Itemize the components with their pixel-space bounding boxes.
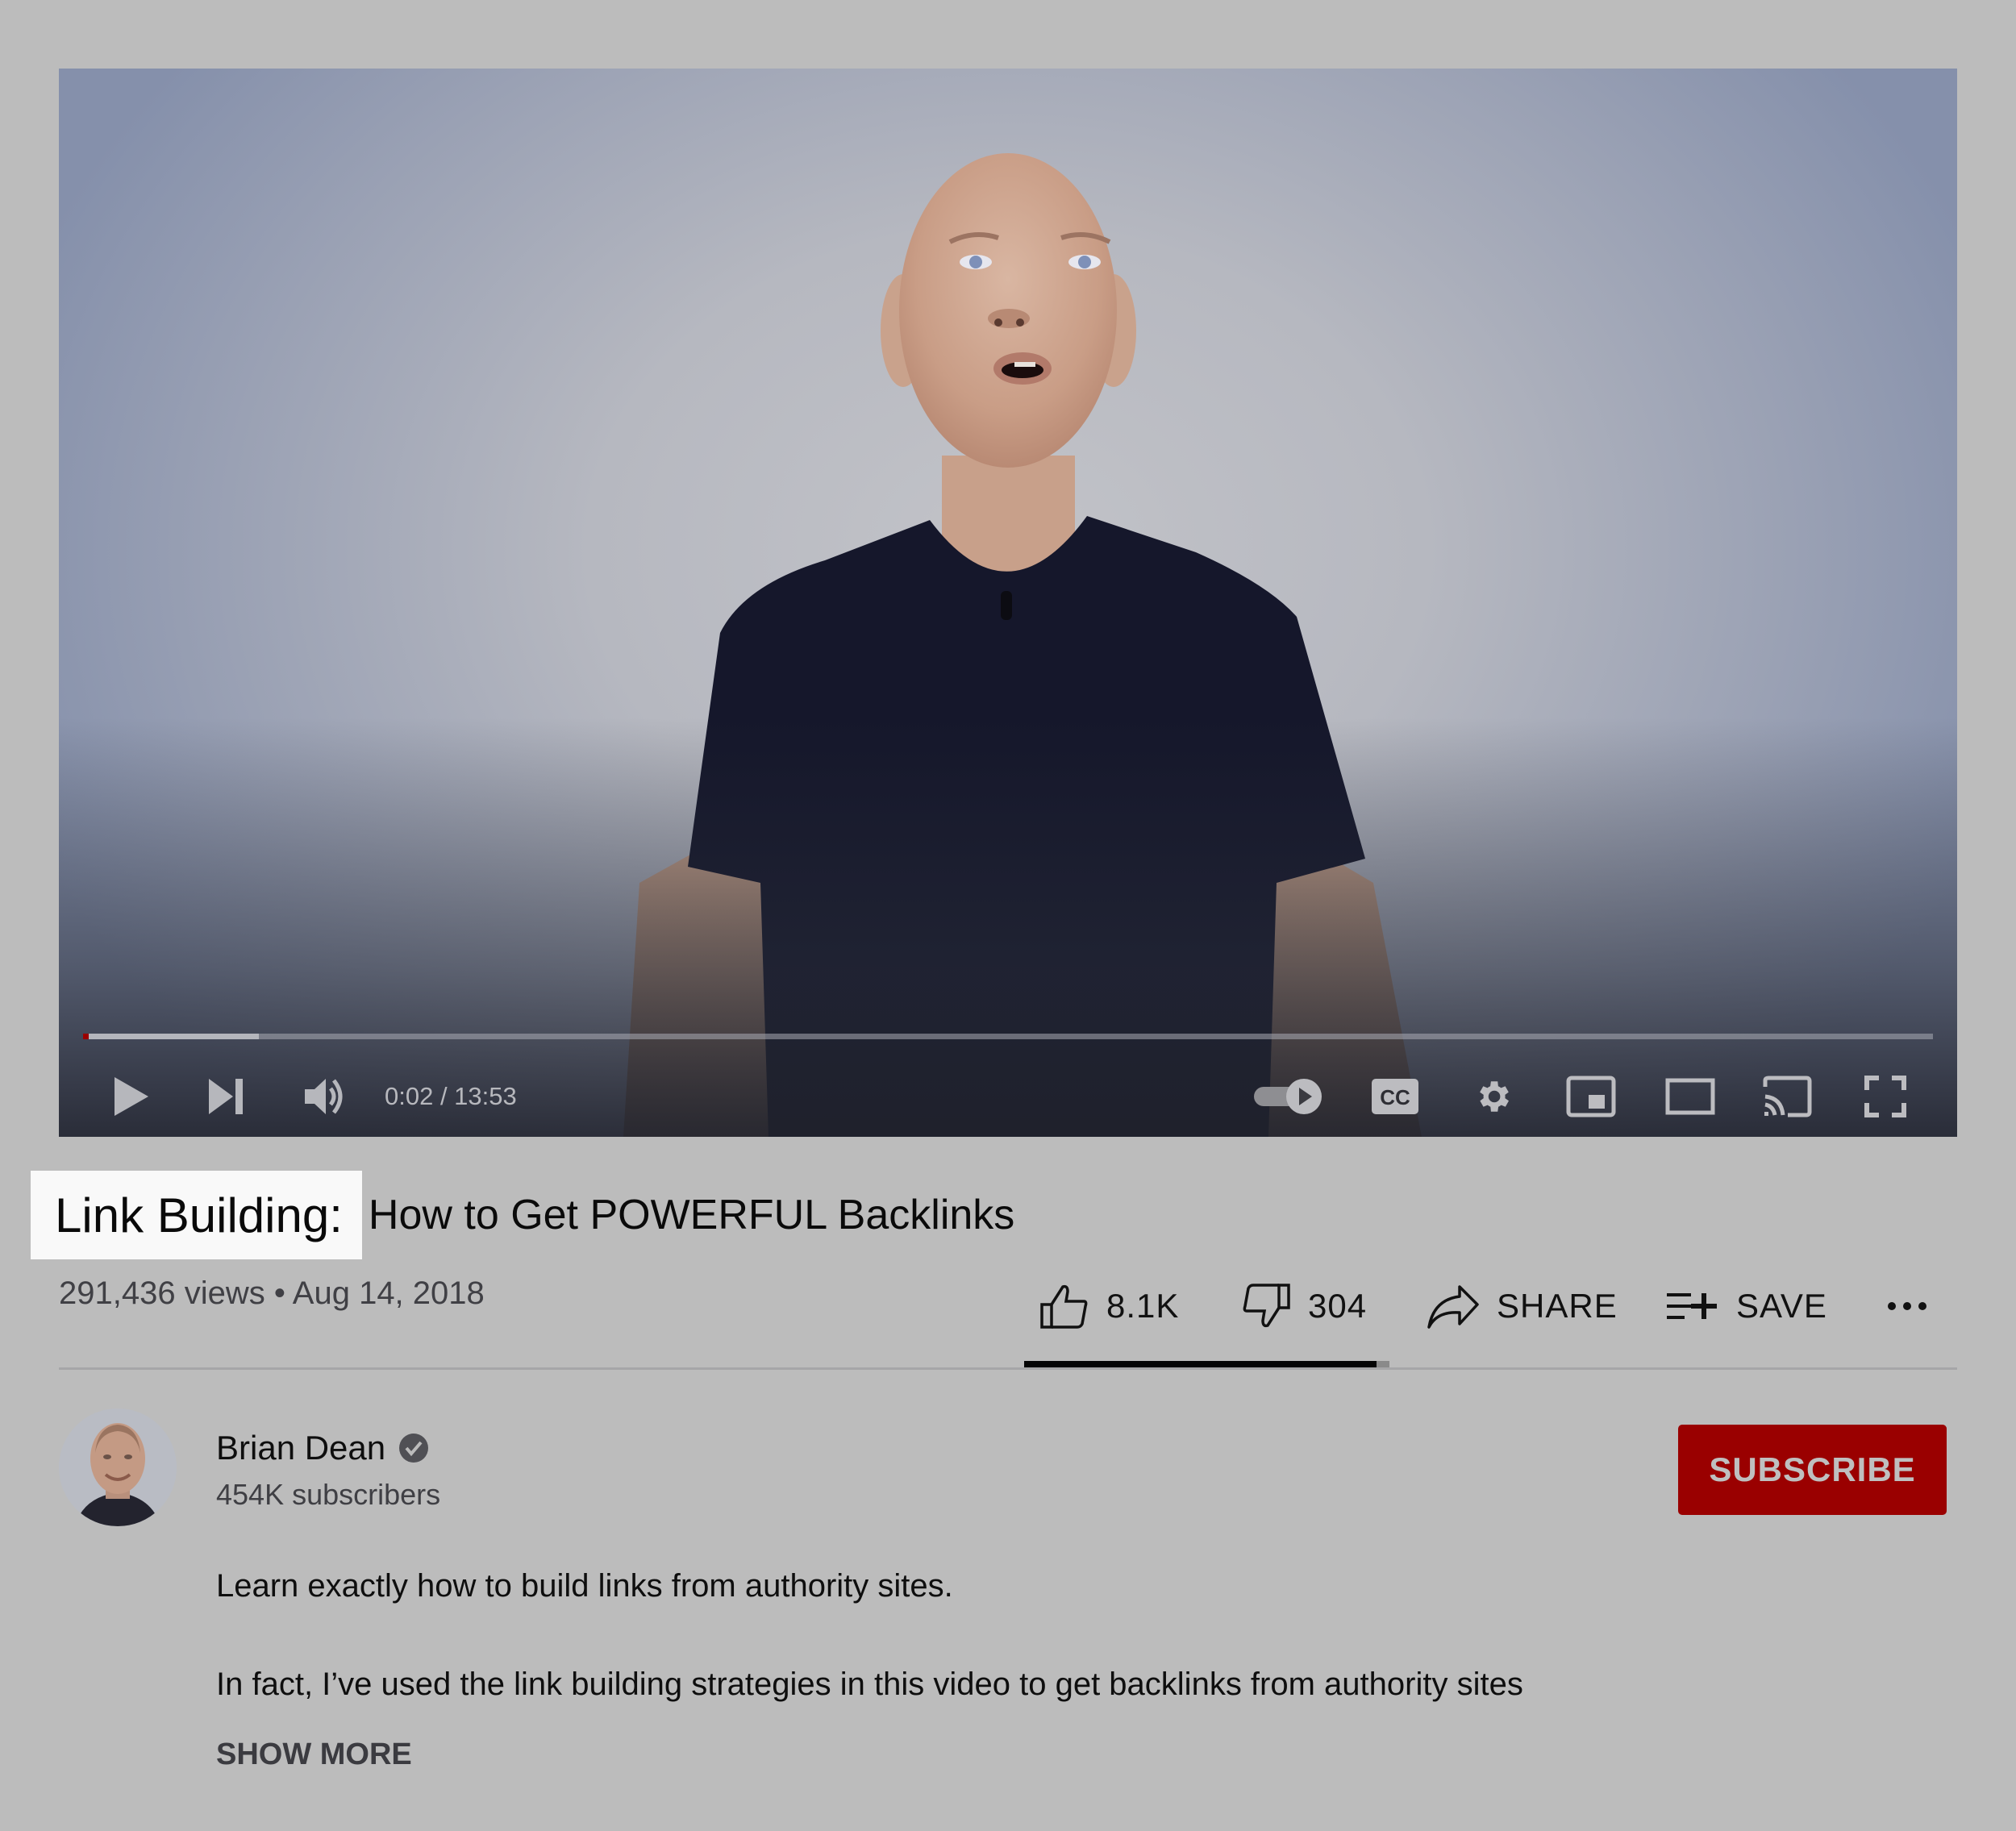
view-count: 291,436 views [59, 1275, 265, 1311]
show-more-button[interactable]: SHOW MORE [216, 1737, 412, 1772]
avatar-image [59, 1409, 177, 1526]
settings-button[interactable] [1468, 1068, 1517, 1125]
like-ratio-fill [1024, 1361, 1377, 1367]
share-icon [1427, 1285, 1479, 1329]
meta-separator: • [273, 1275, 285, 1311]
svg-text:CC: CC [1380, 1085, 1410, 1109]
autoplay-toggle-icon [1254, 1079, 1322, 1114]
theater-mode-button[interactable] [1662, 1068, 1718, 1125]
video-meta: 291,436 views • Aug 14, 2018 [59, 1275, 485, 1312]
volume-button[interactable] [301, 1068, 349, 1125]
channel-avatar[interactable] [59, 1409, 177, 1526]
captions-icon: CC [1372, 1079, 1418, 1114]
dislike-count: 304 [1308, 1287, 1368, 1325]
gear-icon [1480, 1081, 1509, 1112]
progress-played [83, 1034, 89, 1039]
like-dislike-ratio-bar [1024, 1361, 1389, 1367]
subscribe-button[interactable]: SUBSCRIBE [1678, 1425, 1947, 1515]
progress-bar[interactable] [83, 1034, 1933, 1039]
progress-buffered [83, 1034, 259, 1039]
subscriber-count: 454K subscribers [216, 1478, 441, 1511]
thumbs-up-icon [1040, 1284, 1088, 1329]
time-display: 0:02 / 13:53 [385, 1082, 517, 1110]
autoplay-toggle[interactable] [1252, 1068, 1325, 1125]
player-controls: 0:02 / 13:53 CC [59, 1068, 1957, 1125]
cast-icon [1763, 1076, 1812, 1117]
volume-icon [305, 1079, 343, 1114]
title-text: How to Get POWERFUL Backlinks [368, 1192, 1015, 1238]
upload-date: Aug 14, 2018 [292, 1275, 485, 1311]
channel-name: Brian Dean [216, 1429, 386, 1467]
like-button[interactable]: 8.1K [1040, 1274, 1179, 1338]
video-title: Link Building: How to Get POWERFUL Backl… [31, 1171, 1014, 1259]
fullscreen-icon [1864, 1076, 1906, 1117]
miniplayer-icon [1566, 1076, 1616, 1117]
play-button[interactable] [109, 1068, 154, 1125]
more-actions-button[interactable] [1887, 1274, 1945, 1338]
save-label: SAVE [1736, 1287, 1827, 1325]
fullscreen-button[interactable] [1857, 1068, 1914, 1125]
cast-button[interactable] [1759, 1068, 1815, 1125]
theater-mode-icon [1665, 1078, 1715, 1115]
captions-button[interactable]: CC [1369, 1068, 1421, 1125]
play-icon [115, 1077, 148, 1116]
add-to-playlist-icon [1667, 1293, 1717, 1319]
miniplayer-button[interactable] [1563, 1068, 1619, 1125]
save-button[interactable]: SAVE [1667, 1274, 1827, 1338]
more-horizontal-icon [1888, 1302, 1926, 1310]
description-line-2: In fact, I’ve used the link building str… [216, 1667, 1523, 1702]
dislike-button[interactable]: 304 [1242, 1274, 1367, 1338]
share-button[interactable]: SHARE [1427, 1274, 1618, 1338]
channel-name-link[interactable]: Brian Dean [216, 1429, 429, 1467]
thumbs-down-icon [1243, 1284, 1290, 1328]
video-player[interactable]: 0:02 / 13:53 CC [59, 69, 1957, 1137]
verified-badge-icon [399, 1434, 429, 1463]
divider [59, 1367, 1957, 1370]
like-count: 8.1K [1106, 1287, 1180, 1325]
next-icon [209, 1079, 243, 1114]
next-button[interactable] [204, 1068, 249, 1125]
description-line-1: Learn exactly how to build links from au… [216, 1568, 953, 1604]
share-label: SHARE [1497, 1287, 1618, 1325]
title-highlight: Link Building: [31, 1171, 362, 1259]
